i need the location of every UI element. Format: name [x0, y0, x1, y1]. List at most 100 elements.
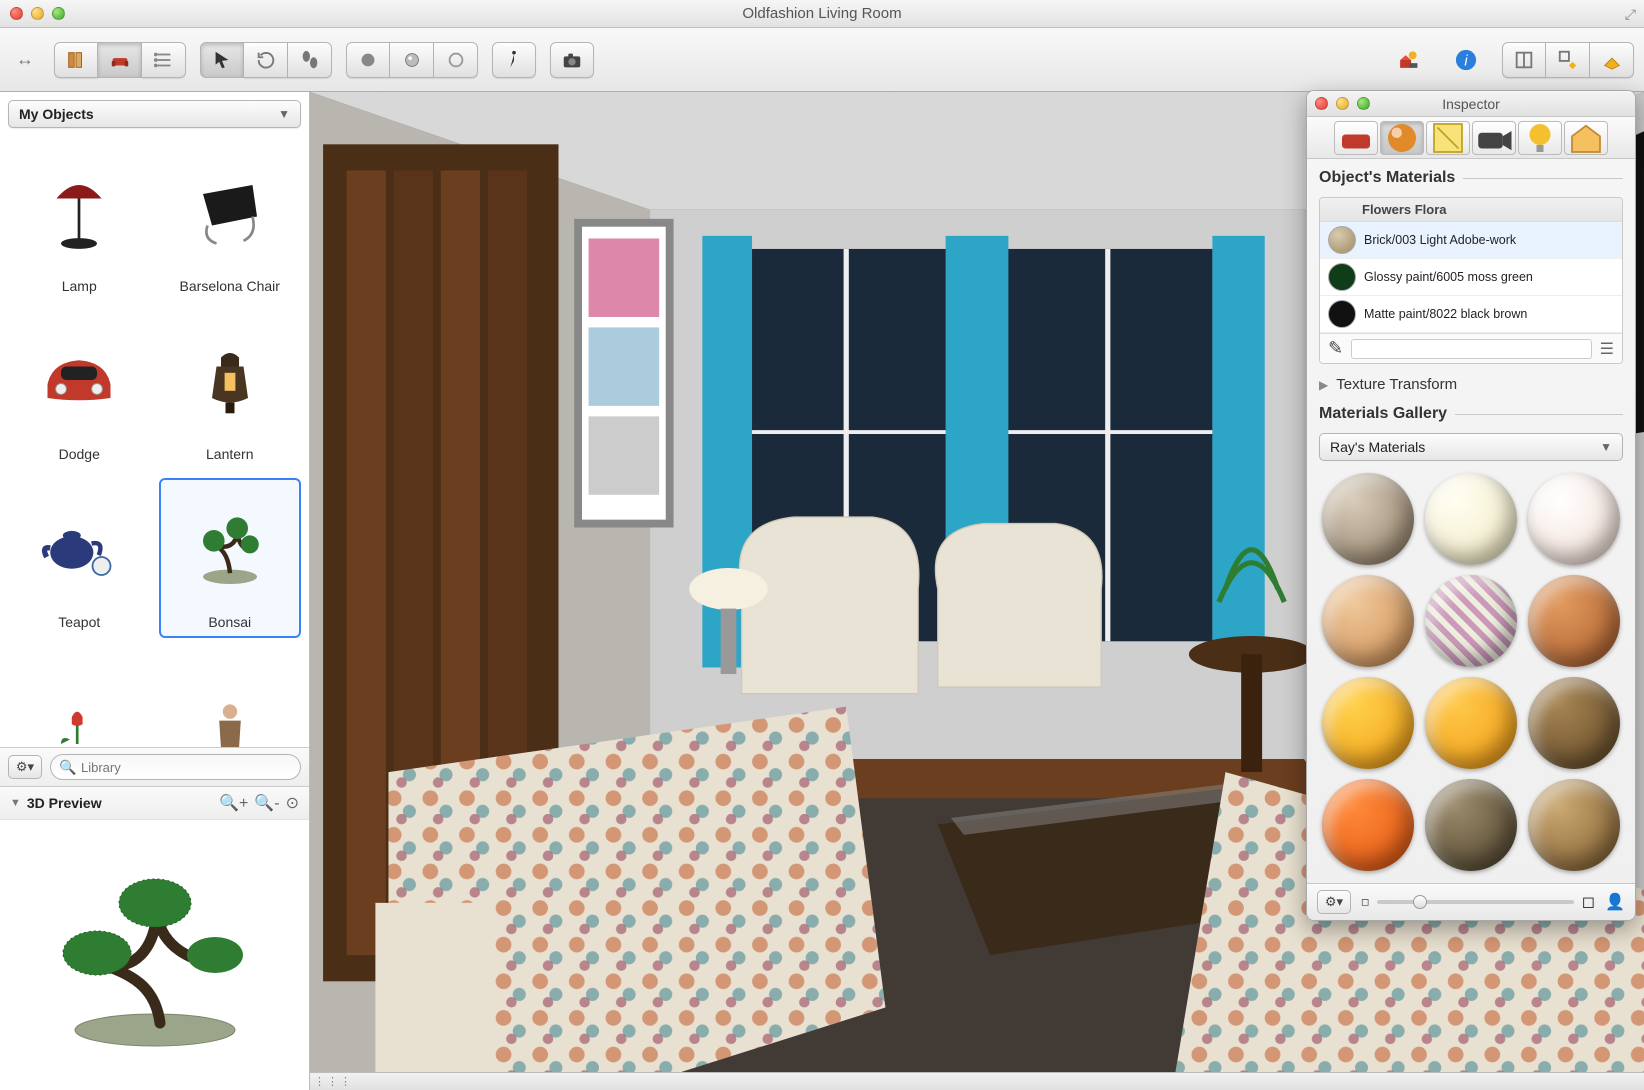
preview-3d-pane[interactable]	[0, 820, 309, 1090]
inspector-footer: ⚙▾ ◻ ◻ 👤	[1307, 883, 1635, 920]
window-title: Oldfashion Living Room	[0, 5, 1644, 22]
object-lamp[interactable]: Lamp	[8, 142, 151, 302]
material-row[interactable]: Matte paint/8022 black brown	[1320, 296, 1622, 333]
object-barselona-chair[interactable]: Barselona Chair	[159, 142, 302, 302]
object-bonsai[interactable]: Bonsai	[159, 478, 302, 638]
snapshot-button[interactable]	[550, 42, 594, 78]
material-picker-row: ✎ ☰	[1320, 333, 1622, 363]
preview-title: 3D Preview	[27, 795, 219, 811]
disclosure-triangle-icon[interactable]: ▼	[10, 797, 21, 809]
object-teapot[interactable]: Teapot	[8, 478, 151, 638]
material-sphere[interactable]	[1528, 677, 1620, 769]
material-swatch-icon	[1328, 226, 1356, 254]
object-label: Lantern	[206, 446, 253, 462]
material-sphere[interactable]	[1425, 677, 1517, 769]
view-mode-group	[1502, 42, 1634, 78]
material-swatch-icon	[1328, 300, 1356, 328]
material-label: Glossy paint/6005 moss green	[1364, 270, 1533, 285]
material-label: Brick/003 Light Adobe-work	[1364, 233, 1516, 248]
gallery-settings-button[interactable]: ⚙▾	[1317, 890, 1351, 914]
large-icon: ◻	[1582, 892, 1595, 912]
object-library-sidebar: My Objects ▼ Lamp Barselona Chair Dodge …	[0, 92, 310, 1090]
object-materials-list: Flowers Flora Brick/003 Light Adobe-work…	[1319, 197, 1623, 364]
material-sphere[interactable]	[1425, 575, 1517, 667]
select-tool-button[interactable]	[200, 42, 244, 78]
main-toolbar: ↔ i	[0, 28, 1644, 92]
zoom-in-button[interactable]: 🔍+	[219, 793, 248, 813]
library-search-input[interactable]	[50, 754, 301, 780]
material-swatch-icon	[1328, 263, 1356, 291]
section-object-materials: Object's Materials	[1319, 169, 1623, 187]
chevron-down-icon: ▼	[278, 107, 290, 121]
material-sphere[interactable]	[1528, 575, 1620, 667]
bonsai-icon	[165, 486, 296, 610]
teapot-icon	[14, 486, 145, 610]
inspector-tab-object[interactable]	[1334, 121, 1378, 155]
record-button[interactable]	[346, 42, 390, 78]
nav-arrows[interactable]: ↔	[10, 49, 40, 70]
view-3d-button[interactable]	[1590, 42, 1634, 78]
material-row[interactable]: Brick/003 Light Adobe-work	[1320, 222, 1622, 259]
material-menu-icon[interactable]: ☰	[1600, 339, 1614, 359]
material-sphere[interactable]	[1425, 779, 1517, 871]
inspector-tab-dimensions[interactable]	[1426, 121, 1470, 155]
material-preview-bar[interactable]	[1351, 339, 1592, 359]
library-settings-button[interactable]: ⚙▾	[8, 755, 42, 779]
inspector-tab-camera[interactable]	[1472, 121, 1516, 155]
inspector-title: Inspector	[1307, 96, 1635, 112]
rotate-tool-button[interactable]	[244, 42, 288, 78]
inspector-tabs	[1307, 117, 1635, 159]
gallery-zoom-slider[interactable]: ◻ ◻	[1361, 892, 1595, 912]
walk-tool-button[interactable]	[288, 42, 332, 78]
object-dodge[interactable]: Dodge	[8, 310, 151, 470]
object-name-header: Flowers Flora	[1320, 198, 1622, 222]
tulip-icon	[14, 654, 145, 747]
view-2d-3d-button[interactable]	[1546, 42, 1590, 78]
inspector-titlebar: Inspector	[1307, 91, 1635, 117]
object-grid: Lamp Barselona Chair Dodge Lantern Teapo…	[0, 136, 309, 747]
object-lantern[interactable]: Lantern	[159, 310, 302, 470]
import-3d-button[interactable]	[1386, 42, 1430, 78]
gallery-category-dropdown[interactable]: Ray's Materials ▼	[1319, 433, 1623, 461]
library-footer: ⚙▾ 🔍	[0, 747, 309, 786]
record-sphere-button[interactable]	[390, 42, 434, 78]
material-sphere[interactable]	[1322, 575, 1414, 667]
material-sphere[interactable]	[1528, 473, 1620, 565]
material-row[interactable]: Glossy paint/6005 moss green	[1320, 259, 1622, 296]
window-titlebar: Oldfashion Living Room ⤢	[0, 0, 1644, 28]
library-mode-group	[54, 42, 186, 78]
list-view-button[interactable]	[142, 42, 186, 78]
building-library-button[interactable]	[54, 42, 98, 78]
object-tulip[interactable]	[8, 646, 151, 747]
zoom-out-button[interactable]: 🔍-	[254, 793, 279, 813]
object-person[interactable]	[159, 646, 302, 747]
material-sphere[interactable]	[1322, 779, 1414, 871]
car-icon	[14, 318, 145, 442]
view-2d-button[interactable]	[1502, 42, 1546, 78]
record-alt-button[interactable]	[434, 42, 478, 78]
inspector-tab-building[interactable]	[1564, 121, 1608, 155]
material-sphere[interactable]	[1322, 677, 1414, 769]
inspector-panel: Inspector Object's Materials Flowers Flo…	[1306, 90, 1636, 921]
viewport-splitter[interactable]: ⋮⋮⋮	[310, 1072, 1644, 1090]
zoom-fit-button[interactable]: ⊙	[286, 793, 299, 813]
material-sphere[interactable]	[1528, 779, 1620, 871]
library-category-dropdown[interactable]: My Objects ▼	[8, 100, 301, 128]
user-icon[interactable]: 👤	[1605, 892, 1625, 912]
disclosure-triangle-icon: ▶	[1319, 378, 1328, 392]
preview-header: ▼ 3D Preview 🔍+ 🔍- ⊙	[0, 786, 309, 820]
info-button[interactable]: i	[1444, 42, 1488, 78]
texture-transform-disclosure[interactable]: ▶ Texture Transform	[1319, 374, 1623, 395]
inspector-tab-materials[interactable]	[1380, 121, 1424, 155]
fullscreen-icon[interactable]: ⤢	[1625, 6, 1636, 23]
material-sphere[interactable]	[1425, 473, 1517, 565]
inspector-tab-light[interactable]	[1518, 121, 1562, 155]
walkthrough-button[interactable]	[492, 42, 536, 78]
lantern-icon	[165, 318, 296, 442]
material-sphere[interactable]	[1322, 473, 1414, 565]
furniture-library-button[interactable]	[98, 42, 142, 78]
materials-gallery-grid	[1319, 471, 1623, 873]
tool-mode-group	[200, 42, 332, 78]
object-label: Dodge	[59, 446, 100, 462]
eyedropper-icon[interactable]: ✎	[1328, 338, 1343, 359]
